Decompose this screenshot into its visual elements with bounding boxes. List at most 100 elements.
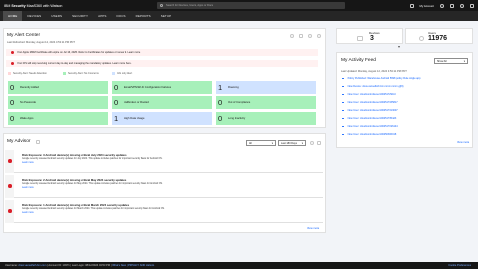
footer-privacy-link[interactable]: | PRIVACY AND LEGAL — [127, 264, 155, 267]
activity-item[interactable]: New User: cloudcontrolsuser1002517354d3 — [342, 117, 396, 120]
users-stat-card[interactable]: Users 11976 — [405, 28, 473, 44]
footer-username[interactable]: drew.vanselfeth.bm.com — [18, 264, 46, 267]
refresh-icon[interactable] — [308, 34, 312, 38]
search-icon — [160, 4, 163, 7]
search-placeholder: Search for Devices, Users, Apps or Docs — [166, 4, 213, 7]
location-icon[interactable] — [290, 34, 294, 38]
refresh-icon[interactable] — [310, 141, 314, 145]
legend-label: Info only Alert — [117, 72, 133, 75]
activity-item[interactable]: New User: cloudcontrolsuser1002517335817 — [342, 101, 398, 104]
activity-item[interactable]: New User: cloudcontrolsuser1002517291fd — [342, 93, 396, 96]
nav-setup[interactable]: SETUP — [156, 11, 177, 21]
activity-item-text: New User: cloudcontrolsuser1002517313007 — [347, 109, 398, 112]
nav-users[interactable]: USERS — [46, 11, 67, 21]
advisor-item[interactable]: Risk Exposure: 1 Android device(s) missi… — [5, 200, 323, 223]
footer: Username: drew.vanselfeth.bm.com | Accou… — [0, 262, 478, 269]
global-search[interactable]: Search for Devices, Users, Apps or Docs — [157, 2, 345, 9]
alert-banner-1-text: Your Apple MDM Certificate will expire o… — [17, 51, 141, 54]
advisor-item-desc: Google recently released Android securit… — [22, 207, 165, 210]
legend-swatch-green — [63, 72, 66, 75]
tile-value: 1 — [218, 83, 223, 92]
tile-no-passcode[interactable]: 0 No Passcode — [8, 96, 108, 109]
advisor-item-learn-more[interactable]: Learn more — [22, 212, 34, 214]
info-icon[interactable] — [317, 34, 321, 38]
nav-home[interactable]: HOME — [3, 11, 23, 21]
chevron-down-icon: ▾ — [301, 141, 303, 145]
advisor-filter-range[interactable]: Last 180 Days ▾ — [278, 140, 306, 146]
print-icon[interactable] — [317, 141, 321, 145]
brand-prefix: IBM — [4, 3, 11, 8]
tile-out-of-compliance[interactable]: 0 Out of Compliance — [216, 96, 316, 109]
main-nav: HOME DEVICES USERS SECURITY APPS DOCS RE… — [0, 11, 478, 21]
chevron-down-icon[interactable]: ▾ — [398, 44, 400, 49]
nav-docs[interactable]: DOCS — [112, 11, 131, 21]
legend-swatch-red — [8, 72, 11, 75]
tile-value: 0 — [114, 83, 119, 92]
advisor-item-desc: Google recently released Android securit… — [22, 157, 163, 160]
grid-icon[interactable] — [470, 3, 474, 8]
activity-filter-value: Show All — [437, 59, 447, 63]
legend-no-concerns: Security Alert: No Concerns — [63, 72, 99, 75]
advisor-filter-all-value: All — [249, 141, 252, 145]
advisor-item-title: Risk Exposure: 1 Android device(s) missi… — [22, 203, 130, 207]
tile-value: 0 — [218, 98, 223, 107]
bullet-icon — [342, 77, 344, 80]
user-icon[interactable] — [460, 3, 464, 8]
tile-wake-apps[interactable]: 0 Wake Apps — [8, 112, 108, 125]
activity-item[interactable]: Policy Published: Warehouse Android 5698… — [342, 77, 420, 80]
add-icon[interactable] — [299, 34, 303, 38]
tile-label: Roaming — [228, 86, 239, 89]
tile-roaming[interactable]: 1 Roaming — [216, 81, 316, 94]
advisor-item-title: Risk Exposure: 2 Android device(s) missi… — [22, 178, 127, 182]
alerts-icon[interactable] — [409, 3, 414, 8]
activity-item[interactable]: New User: cloudcontrolsuser1002517313007 — [342, 109, 398, 112]
tile-label: Email/VPN/Wi-Fi Configuration Failures — [124, 86, 172, 89]
tile-config-failures[interactable]: 0 Email/VPN/Wi-Fi Configuration Failures — [112, 81, 212, 94]
alert-banner-2-text: Your iOS will stop receiving current day… — [17, 62, 132, 65]
advisor-item-learn-more[interactable]: Learn more — [22, 187, 34, 189]
footer-account-info: | Account ID: 10371 | Last Login: 08/12/… — [47, 264, 112, 267]
tile-value: 0 — [114, 98, 119, 107]
tile-jailbroken[interactable]: 0 Jailbroken or Rooted — [112, 96, 212, 109]
tile-label: Jailbroken or Rooted — [124, 101, 149, 104]
nav-apps[interactable]: APPS — [93, 11, 111, 21]
devices-count: 3 — [370, 35, 374, 42]
tile-label: No Passcode — [20, 101, 36, 104]
nav-devices[interactable]: DEVICES — [22, 11, 46, 21]
activity-item[interactable]: New Device: drew.vanselfeth.bm.mmm.mmm.g… — [342, 85, 403, 88]
tile-long-inactivity[interactable]: 0 Long Inactivity — [216, 112, 316, 125]
advisor-title: My Advisor — [7, 139, 31, 144]
bullet-icon — [342, 101, 344, 104]
nav-reports[interactable]: REPORTS — [131, 11, 156, 21]
my-account-link[interactable]: My Account — [420, 4, 434, 8]
help-icon[interactable] — [440, 3, 444, 8]
activity-filter[interactable]: Show All ▾ — [434, 58, 468, 64]
activity-item[interactable]: New User: cloudcontrolsuser100250306018 — [342, 133, 396, 136]
activity-last-updated: Last Updated: Monday, August 12, 2024 4:… — [341, 70, 407, 73]
nav-security[interactable]: SECURITY — [67, 11, 93, 21]
advisor-item[interactable]: Risk Exposure: 3 Android device(s) missi… — [5, 150, 323, 173]
bullet-icon — [342, 125, 344, 128]
advisor-filter-all[interactable]: All ▾ — [246, 140, 276, 146]
tile-recently-added[interactable]: 0 Recently Added — [8, 81, 108, 94]
advisor-item-title: Risk Exposure: 3 Android device(s) missi… — [22, 153, 127, 157]
advisor-item[interactable]: Risk Exposure: 2 Android device(s) missi… — [5, 175, 323, 198]
watson-logo-icon — [36, 140, 40, 144]
top-header: IBM Security MaaS360 with Watson Search … — [0, 0, 478, 11]
brand-logo[interactable]: IBM Security MaaS360 with Watson — [4, 4, 62, 8]
advisor-view-more[interactable]: View more — [307, 227, 319, 230]
chevron-down-icon: ▾ — [271, 141, 273, 145]
activity-item[interactable]: New User: cloudcontrolsuser1002517196144 — [342, 125, 398, 128]
footer-whats-new-link[interactable]: What's New — [112, 264, 126, 267]
tile-high-data-usage[interactable]: 1 High Data Usage — [112, 112, 212, 125]
tile-value: 0 — [10, 98, 15, 107]
advisor-item-learn-more[interactable]: Learn more — [22, 162, 34, 164]
activity-view-more[interactable]: View more — [457, 141, 469, 144]
advisor-item-desc: Google recently released Android securit… — [22, 182, 163, 185]
settings-icon[interactable] — [450, 3, 454, 8]
bullet-icon — [342, 93, 344, 96]
tile-value: 0 — [10, 114, 15, 123]
users-icon — [419, 36, 424, 41]
footer-cookie-preferences[interactable]: Cookie Preferences — [448, 264, 471, 267]
devices-stat-card[interactable]: Devices 3 — [336, 28, 403, 44]
